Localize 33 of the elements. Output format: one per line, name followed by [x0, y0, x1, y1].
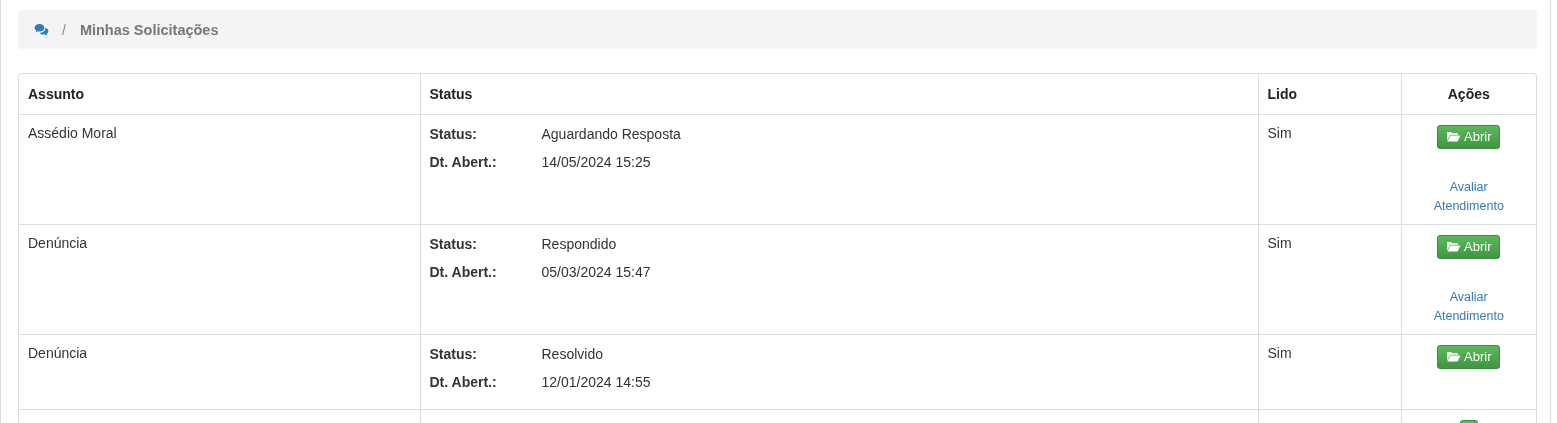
column-header: Status	[420, 74, 1258, 114]
status-value: Resolvido	[541, 344, 604, 364]
open-button[interactable]: Abrir	[1437, 344, 1501, 369]
read-value: Sim	[1267, 124, 1292, 141]
date-label: Dt. Abert.:	[429, 372, 498, 392]
status-label: Status:	[429, 234, 478, 254]
subject-text: Denúncia	[28, 234, 88, 251]
date-value: 05/03/2024 15:47	[541, 262, 652, 282]
open-button[interactable]: Abrir	[1437, 234, 1501, 259]
read-value: Sim	[1267, 234, 1292, 251]
open-button[interactable]: Abrir	[1437, 124, 1501, 149]
date-label: Dt. Abert.:	[429, 152, 498, 172]
status-value: Respondido	[541, 234, 618, 254]
subject-text: Denúncia	[28, 344, 88, 361]
status-label: Status:	[429, 124, 478, 144]
date-value: 14/05/2024 15:25	[541, 152, 652, 172]
column-header: Assunto	[19, 74, 420, 114]
read-value: Sim	[1267, 344, 1292, 361]
folder-icon	[1446, 351, 1461, 362]
status-value: Aguardando Resposta	[541, 124, 682, 144]
column-header: Lido	[1258, 74, 1401, 114]
rate-service-link[interactable]: Avaliar Atendimento	[1421, 177, 1517, 216]
status-label: Status:	[429, 344, 478, 364]
breadcrumb-item: Minhas Solicitações	[79, 21, 219, 38]
folder-icon	[1446, 131, 1461, 142]
folder-icon	[1446, 241, 1461, 252]
comments-icon[interactable]	[34, 23, 49, 36]
subject-text: Assédio Moral	[28, 124, 117, 141]
date-value: 12/01/2024 14:55	[541, 372, 652, 392]
date-label: Dt. Abert.:	[429, 262, 498, 282]
column-header: Ações	[1401, 74, 1536, 114]
breadcrumb-separator: /	[61, 21, 67, 38]
rate-service-link[interactable]: Avaliar Atendimento	[1421, 287, 1517, 326]
